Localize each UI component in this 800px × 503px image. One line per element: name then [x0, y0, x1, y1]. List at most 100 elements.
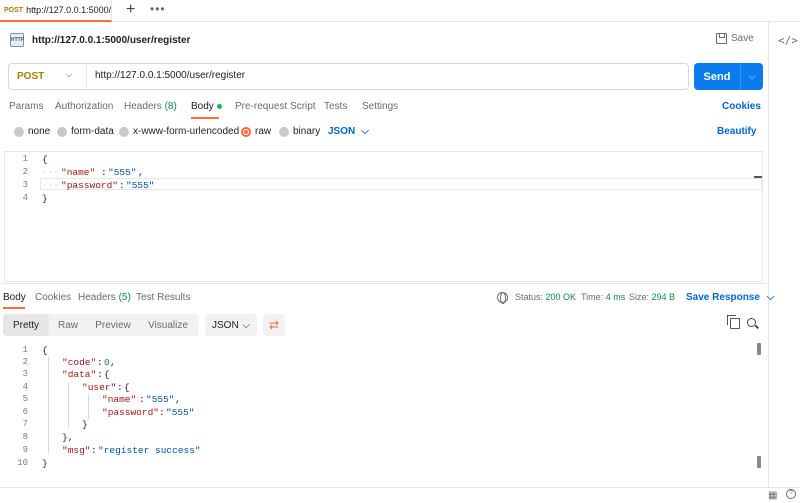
radio-raw[interactable]: raw	[241, 126, 271, 137]
indent-dots: ···	[42, 167, 60, 178]
radio-binary[interactable]: binary	[279, 126, 320, 137]
response-tab-cookies[interactable]: Cookies	[35, 292, 71, 303]
layout-grid-icon[interactable]: ▦	[768, 490, 777, 501]
time-label: Time:	[581, 292, 604, 302]
method-label: POST	[17, 71, 45, 82]
tab-prerequest-script[interactable]: Pre-request Script	[235, 101, 316, 112]
save-button[interactable]: Save	[716, 33, 754, 44]
chevron-down-icon: ⌵	[361, 126, 369, 137]
view-visualize[interactable]: Visualize	[139, 314, 197, 336]
response-tab-headers[interactable]: Headers (5)	[78, 292, 131, 303]
line-number: 10	[17, 458, 28, 468]
send-options-icon[interactable]: ⌵	[741, 71, 763, 82]
indent-guide	[88, 395, 89, 419]
send-button[interactable]: Send ⌵	[694, 63, 763, 90]
json-close-brace: }	[82, 419, 88, 430]
line-number: 2	[22, 167, 28, 177]
tab-authorization[interactable]: Authorization	[55, 101, 113, 112]
beautify-button[interactable]: Beautify	[717, 126, 756, 137]
wrap-lines-icon[interactable]: ⇄	[263, 314, 285, 336]
json-colon: :	[97, 369, 103, 380]
url-input[interactable]	[95, 70, 675, 81]
status-value: 200 OK	[545, 292, 577, 302]
response-tab-test-results[interactable]: Test Results	[136, 292, 190, 303]
json-value: "555"	[166, 407, 195, 418]
status-label: Status:	[515, 292, 544, 302]
response-view-switcher: Pretty Raw Preview Visualize	[3, 314, 199, 336]
view-preview[interactable]: Preview	[87, 314, 139, 336]
response-scrollbar-bottom[interactable]	[757, 456, 761, 468]
status-bar	[0, 487, 800, 503]
response-format-select[interactable]: JSON ⌵	[205, 314, 257, 336]
time-readout[interactable]: Time: 4 ms	[581, 292, 625, 302]
save-response-button[interactable]: Save Response ⌵	[686, 292, 774, 303]
tab-tests[interactable]: Tests	[324, 101, 347, 112]
cookies-link[interactable]: Cookies	[722, 101, 761, 112]
radio-none[interactable]: none	[14, 126, 50, 137]
view-pretty[interactable]: Pretty	[3, 314, 49, 336]
tab-params[interactable]: Params	[9, 101, 43, 112]
tab-method: POST	[4, 6, 24, 14]
code-close-brace: }	[42, 458, 48, 469]
radio-form-data[interactable]: form-data	[57, 126, 114, 137]
code-snippet-icon[interactable]: </>	[778, 34, 798, 47]
radio-urlencoded-circle[interactable]	[119, 126, 129, 137]
json-colon: :	[159, 407, 165, 418]
send-label: Send	[703, 70, 731, 83]
tab-settings[interactable]: Settings	[362, 101, 398, 112]
line-number: 8	[22, 432, 28, 442]
line-number: 4	[22, 193, 28, 203]
save-icon	[716, 33, 727, 44]
copy-icon[interactable]	[727, 315, 740, 329]
json-value: "555"	[126, 180, 155, 191]
tab-headers-label: Headers	[124, 101, 162, 112]
tab-headers[interactable]: Headers (8)	[124, 101, 177, 112]
response-scrollbar-top[interactable]	[757, 343, 761, 355]
request-tab[interactable]: POST http://127.0.0.1:5000/user/register	[0, 0, 112, 22]
indent-dots: ···	[42, 180, 60, 191]
chevron-down-icon: ⌵	[242, 319, 250, 331]
line-number: 3	[22, 180, 28, 190]
new-tab-icon[interactable]: +	[126, 2, 135, 18]
editor-scrollbar[interactable]	[754, 176, 762, 178]
help-icon[interactable]: ?	[786, 489, 796, 499]
tab-headers-count: (8)	[164, 101, 177, 112]
tab-body-label: Body	[191, 101, 214, 112]
chevron-down-icon: ⌵	[766, 292, 775, 303]
radio-form-data-circle[interactable]	[57, 126, 67, 137]
globe-icon[interactable]	[497, 292, 508, 304]
view-raw[interactable]: Raw	[49, 314, 87, 336]
json-colon: :	[119, 180, 125, 191]
json-close-brace: },	[62, 432, 74, 443]
tab-body[interactable]: Body	[191, 101, 222, 112]
response-tab-body[interactable]: Body	[3, 292, 26, 303]
more-tabs-icon[interactable]: •••	[150, 2, 166, 16]
http-icon: HTTP	[10, 33, 24, 47]
code-open-brace: {	[42, 345, 48, 356]
code-close-brace: }	[42, 193, 48, 204]
code-open-brace: {	[42, 154, 48, 165]
search-icon[interactable]	[747, 318, 756, 327]
json-key: "password"	[61, 180, 119, 191]
size-label: Size:	[629, 292, 650, 302]
line-number: 7	[22, 419, 28, 429]
save-response-label: Save Response	[686, 292, 760, 303]
line-number: 3	[22, 369, 28, 379]
body-format-select[interactable]: JSON ⌵	[328, 126, 369, 137]
json-key: "data"	[62, 369, 97, 380]
json-comma: ,	[175, 394, 181, 405]
radio-urlencoded[interactable]: x-www-form-urlencoded	[119, 126, 239, 137]
request-title[interactable]: http://127.0.0.1:5000/user/register	[32, 35, 190, 46]
size-readout[interactable]: Size: 294 B	[629, 292, 675, 302]
status-readout[interactable]: Status: 200 OK	[515, 292, 576, 302]
radio-none-circle[interactable]	[14, 126, 24, 137]
method-select[interactable]: POST	[8, 63, 87, 90]
radio-binary-label: binary	[293, 126, 321, 137]
radio-form-data-label: form-data	[71, 126, 114, 137]
tab-url: http://127.0.0.1:5000/user/register	[26, 5, 112, 15]
radio-urlencoded-label: x-www-form-urlencoded	[133, 126, 240, 137]
radio-none-label: none	[28, 126, 51, 137]
radio-raw-circle[interactable]	[241, 126, 251, 137]
radio-binary-circle[interactable]	[279, 126, 289, 137]
body-format-label: JSON	[328, 126, 356, 137]
